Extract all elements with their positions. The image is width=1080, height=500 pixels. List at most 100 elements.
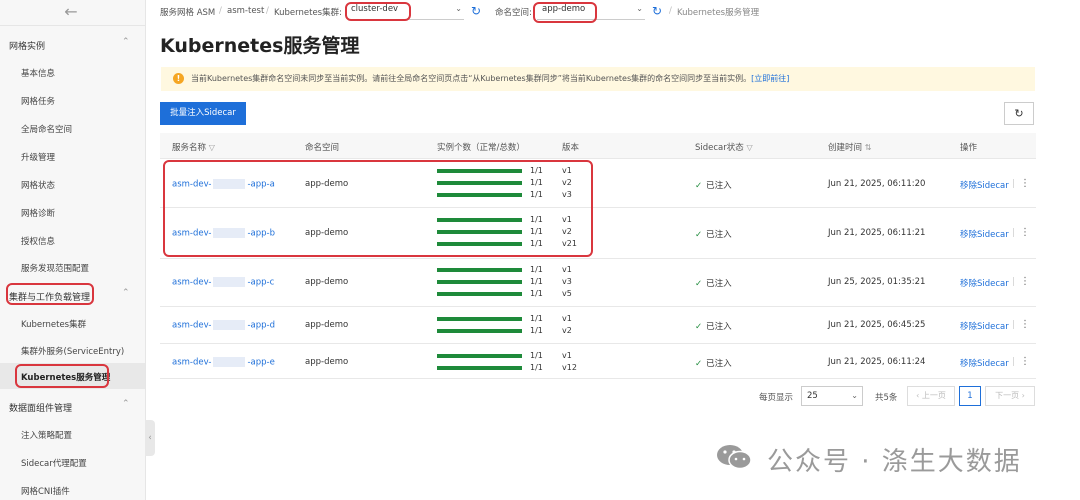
remove-sidecar-link[interactable]: 移除Sidecar [960,179,1009,191]
more-actions-icon[interactable]: ⋮ [1020,178,1030,189]
wechat-icon [717,445,752,470]
chevron-down-icon: ⌄ [851,391,858,400]
instance-bar [437,280,522,284]
sidebar-item-global-namespace[interactable]: 全局命名空间 [21,123,72,135]
sidebar-item-license[interactable]: 授权信息 [21,235,55,247]
back-arrow-icon[interactable]: ← [62,3,80,21]
service-name-link[interactable]: asm-dev- -app-d [172,320,275,331]
version-label: v1 [562,314,572,323]
sidebar-item-mesh-tasks[interactable]: 网格任务 [21,95,55,107]
action-separator: | [1012,179,1015,189]
sync-notice: ! 当前Kubernetes集群命名空间未同步至当前实例。请前往全局命名空间页点… [161,67,1035,91]
instance-bar [437,329,522,333]
namespace-cell: app-demo [305,228,349,238]
sidecar-status: ✓ 已注入 [695,181,732,191]
row-divider [160,306,1036,307]
sidebar-item-basic-info[interactable]: 基本信息 [21,67,55,79]
version-label: v3 [562,277,572,286]
created-time: Jun 21, 2025, 06:11:24 [828,357,926,367]
per-page-select[interactable]: 25 ⌄ [801,386,863,406]
instance-bar [437,218,522,222]
version-label: v1 [562,215,572,224]
batch-inject-sidecar-button[interactable]: 批量注入Sidecar [160,102,246,125]
sidebar-group-cluster-workload[interactable]: 集群与工作负载管理 [9,290,90,303]
chevron-up-icon[interactable]: ⌃ [122,37,130,47]
remove-sidecar-link[interactable]: 移除Sidecar [960,357,1009,369]
service-name-link[interactable]: asm-dev- -app-b [172,228,275,239]
sidebar-item-k8s-cluster[interactable]: Kubernetes集群 [21,318,86,330]
more-actions-icon[interactable]: ⋮ [1020,227,1030,238]
sidebar-item-injection-policy[interactable]: 注入策略配置 [21,429,72,441]
namespace-cell: app-demo [305,277,349,287]
notice-text-wrap: 当前Kubernetes集群命名空间未同步至当前实例。请前往全局命名空间页点击“… [191,73,789,84]
sidebar-divider [0,25,145,26]
column-created-time[interactable]: 创建时间 ⇅ [828,141,871,153]
version-label: v3 [562,190,572,199]
namespace-cell: app-demo [305,320,349,330]
version-label: v5 [562,289,572,298]
version-label: v1 [562,351,572,360]
column-service-name[interactable]: 服务名称 ▽ [172,141,215,153]
next-page-button[interactable]: 下一页 › [985,386,1035,406]
refresh-table-button[interactable]: ↻ [1004,102,1034,125]
chevron-up-icon[interactable]: ⌃ [122,288,130,298]
sidebar-item-upgrade[interactable]: 升级管理 [21,151,55,163]
filter-icon[interactable]: ▽ [209,143,215,152]
service-name-link[interactable]: asm-dev- -app-c [172,277,274,288]
instance-bar [437,354,522,358]
filter-icon[interactable]: ▽ [746,143,752,152]
remove-sidecar-link[interactable]: 移除Sidecar [960,228,1009,240]
instance-bar [437,181,522,185]
action-separator: | [1012,228,1015,238]
sidebar-collapse-handle[interactable]: ‹ [145,420,155,456]
notice-message: 当前Kubernetes集群命名空间未同步至当前实例。请前往全局命名空间页点击“… [191,74,752,83]
instance-count: 1/1 [530,178,543,187]
column-label: Sidecar状态 [695,143,744,153]
sidebar-item-mesh-diagnosis[interactable]: 网格诊断 [21,207,55,219]
breadcrumb-separator: / [669,6,672,16]
refresh-cluster-icon[interactable]: ↻ [471,4,481,18]
instance-count: 1/1 [530,363,543,372]
row-divider [160,343,1036,344]
chevron-up-icon[interactable]: ⌃ [122,399,130,409]
sidebar-group-mesh-instance[interactable]: 网格实例 [9,39,45,52]
sidecar-status: ✓ 已注入 [695,359,732,369]
chevron-down-icon: ⌄ [455,4,462,13]
version-label: v1 [562,166,572,175]
instance-bar [437,193,522,197]
more-actions-icon[interactable]: ⋮ [1020,276,1030,287]
service-name-link[interactable]: asm-dev- -app-e [172,357,275,368]
breadcrumb-asm[interactable]: 服务网格 ASM [160,6,215,18]
check-icon: ✓ [695,279,703,289]
refresh-namespace-icon[interactable]: ↻ [652,4,662,18]
remove-sidecar-link[interactable]: 移除Sidecar [960,277,1009,289]
sidebar-group-dataplane[interactable]: 数据面组件管理 [9,401,72,414]
sidebar-item-cni-plugin[interactable]: 网格CNI插件 [21,485,70,497]
cluster-select[interactable]: cluster-dev ⌄ [348,4,464,20]
more-actions-icon[interactable]: ⋮ [1020,319,1030,330]
version-label: v2 [562,178,572,187]
sidebar-item-k8s-service-mgmt[interactable]: Kubernetes服务管理 [21,371,110,383]
sidebar-item-sidecar-proxy[interactable]: Sidecar代理配置 [21,457,87,469]
page-number-current[interactable]: 1 [959,386,981,406]
service-name-link[interactable]: asm-dev- -app-a [172,179,275,190]
column-instances: 实例个数（正常/总数） [437,143,525,153]
sort-icon[interactable]: ⇅ [865,143,872,152]
version-label: v21 [562,239,577,248]
namespace-cell: app-demo [305,357,349,367]
sidebar-item-discovery-scope[interactable]: 服务发现范围配置 [21,262,89,274]
breadcrumb-instance[interactable]: asm-test [227,6,264,16]
instance-count: 1/1 [530,265,543,274]
sidebar-item-mesh-status[interactable]: 网格状态 [21,179,55,191]
sidecar-status: ✓ 已注入 [695,230,732,240]
notice-goto-link[interactable]: [立即前往] [751,74,789,83]
more-actions-icon[interactable]: ⋮ [1020,356,1030,367]
total-count: 共5条 [875,393,898,403]
column-sidecar-status[interactable]: Sidecar状态 ▽ [695,141,753,153]
refresh-icon: ↻ [1014,107,1024,120]
namespace-select[interactable]: app-demo ⌄ [537,4,645,20]
page-title: Kubernetes服务管理 [160,35,360,57]
sidebar-item-service-entry[interactable]: 集群外服务(ServiceEntry) [21,345,124,357]
prev-page-button[interactable]: ‹ 上一页 [907,386,955,406]
remove-sidecar-link[interactable]: 移除Sidecar [960,320,1009,332]
